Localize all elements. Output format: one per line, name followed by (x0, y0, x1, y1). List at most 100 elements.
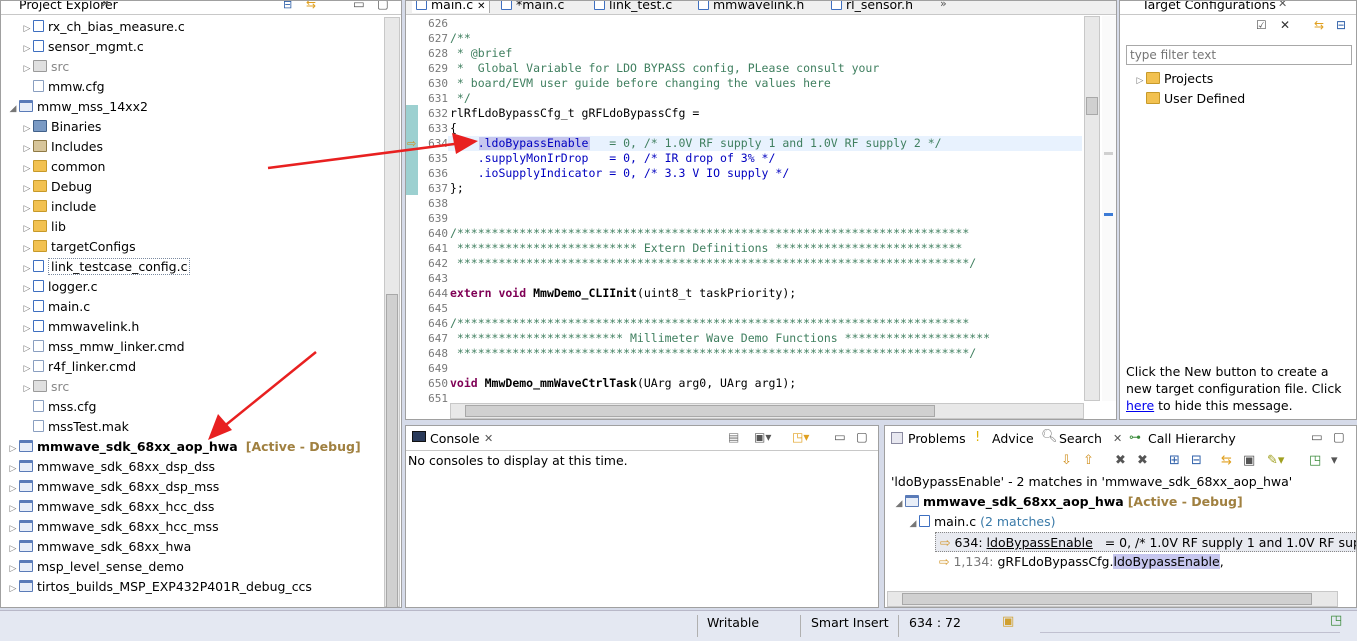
tab-main-c-modified[interactable]: *main.c (501, 1, 564, 13)
console-close-icon[interactable]: ✕ (484, 432, 493, 445)
expand-icon[interactable]: ▷ (7, 439, 19, 459)
tree-item[interactable]: ▷ msp_level_sense_demo (7, 557, 184, 577)
tree-item[interactable]: mmw.cfg (21, 77, 105, 97)
code-line-628[interactable]: * @brief (450, 46, 512, 61)
tab-main-c-active[interactable]: main.c ✕ (412, 1, 491, 13)
link-editor-icon[interactable]: ⇆ (306, 1, 316, 11)
expand-icon[interactable]: ▷ (21, 139, 33, 159)
tree-item[interactable]: ▷ lib (21, 217, 66, 237)
expand-icon[interactable]: ▷ (21, 179, 33, 199)
tree-item[interactable]: ▷ mss_mmw_linker.cmd (21, 337, 185, 357)
expand-icon[interactable]: ▷ (21, 39, 33, 59)
code-line-632[interactable]: rlRfLdoBypassCfg_t gRFLdoBypassCfg = (450, 106, 699, 121)
search-hscroll-thumb[interactable] (902, 593, 1312, 605)
search-match-1[interactable]: ⇨ 634: ldoBypassEnable = 0, /* 1.0V RF su… (935, 532, 1356, 552)
tree-item[interactable]: mss.cfg (21, 397, 96, 417)
previous-match-icon[interactable]: ⇧ (1083, 453, 1094, 468)
cursor-position-status[interactable]: 634 : 72 (909, 615, 961, 630)
tree-item[interactable]: ▷ mmwavelink.h (21, 317, 140, 339)
tab-close-icon[interactable]: ✕ (477, 1, 485, 12)
tab-call-hierarchy[interactable]: Call Hierarchy (1148, 431, 1236, 446)
editor-vscrollbar[interactable] (1084, 16, 1100, 401)
pin-search-icon[interactable]: ◳ (1309, 453, 1321, 468)
code-line-637[interactable]: }; (450, 181, 464, 196)
target-config-title[interactable]: Target Configurations (1142, 1, 1276, 12)
expand-icon[interactable]: ▷ (21, 279, 33, 299)
expand-icon[interactable]: ▷ (7, 579, 19, 599)
code-line-644[interactable]: extern void MmwDemo_CLIInit(uint8_t task… (450, 286, 796, 301)
next-match-icon[interactable]: ⇩ (1061, 453, 1072, 468)
tree-item[interactable]: ▷ mmwave_sdk_68xx_hcc_dss (7, 497, 215, 519)
sync-icon[interactable]: ⇆ (1314, 18, 1324, 32)
code-line-647[interactable]: ************************ Millimeter Wave… (450, 331, 990, 346)
maximize-icon[interactable]: ▢ (377, 1, 389, 11)
expand-icon[interactable]: ▷ (21, 199, 33, 219)
run-search-icon[interactable]: ⇆ (1221, 453, 1232, 468)
console-tab[interactable]: Console (430, 431, 480, 446)
delete-target-icon[interactable]: ✕ (1280, 18, 1290, 32)
code-line-635[interactable]: .supplyMonIrDrop = 0, /* IR drop of 3% *… (450, 151, 776, 166)
expand-icon[interactable]: ▷ (1134, 71, 1146, 91)
tree-item[interactable]: ▷ Includes (21, 137, 103, 157)
tree-item[interactable]: ▷ link_testcase_config.c (21, 257, 191, 277)
tree-item[interactable]: ▷ rx_ch_bias_measure.c (21, 17, 185, 37)
tab-mmwavelink-h[interactable]: mmwavelink.h (698, 1, 804, 13)
tree-item[interactable]: ▷ mmwave_sdk_68xx_dsp_dss (7, 457, 216, 479)
search-result-project[interactable]: ◢ mmwave_sdk_68xx_aop_hwa [Active - Debug… (893, 492, 1243, 512)
tree-item[interactable]: ▷ logger.c (21, 277, 98, 297)
editor-hscroll-thumb[interactable] (465, 405, 935, 417)
explorer-scrollbar[interactable] (384, 17, 400, 607)
explorer-scrollbar-thumb[interactable] (386, 294, 398, 607)
expand-icon[interactable]: ▷ (7, 459, 19, 479)
search-minimize-icon[interactable]: ▭ (1311, 429, 1323, 444)
tree-item[interactable]: ▷ mmwave_sdk_68xx_dsp_mss (7, 477, 220, 499)
search-match-2[interactable]: ⇨ 1,134: gRFLdoBypassCfg.ldoBypassEnable, (935, 552, 1224, 572)
code-line-636[interactable]: .ioSupplyIndicator = 0, /* 3.3 V IO supp… (450, 166, 790, 181)
collapse-all-target-icon[interactable]: ⊟ (1336, 18, 1346, 32)
expand-icon[interactable]: ▷ (21, 19, 33, 39)
tree-item[interactable]: ▷ Debug (21, 177, 93, 199)
expand-icon[interactable]: ▷ (7, 559, 19, 579)
expand-icon[interactable]: ▷ (7, 539, 19, 559)
expand-icon[interactable]: ▷ (7, 479, 19, 499)
project-explorer-close-icon[interactable]: ✕ (101, 1, 110, 10)
code-line-633[interactable]: { (450, 121, 457, 136)
expand-icon[interactable]: ▷ (21, 339, 33, 359)
collapse-icon[interactable]: ◢ (907, 514, 919, 534)
target-filter-input[interactable] (1126, 45, 1352, 65)
tab-rl-sensor-h[interactable]: rl_sensor.h (831, 1, 913, 13)
code-line-648[interactable]: ****************************************… (450, 346, 976, 361)
remove-match-icon[interactable]: ✖ (1115, 453, 1126, 468)
tree-item[interactable]: ▷ src (21, 377, 70, 397)
collapse-icon[interactable]: ◢ (893, 494, 905, 514)
more-tabs-icon[interactable]: » (940, 1, 947, 10)
open-console-icon[interactable]: ◳▾ (792, 430, 809, 444)
tree-item[interactable]: ▷ mmwave_sdk_68xx_hcc_mss (7, 517, 219, 537)
expand-all-icon[interactable]: ⊞ (1169, 453, 1180, 468)
search-result-file[interactable]: ◢ main.c (2 matches) (907, 512, 1056, 534)
collapse-all-search-icon[interactable]: ⊟ (1191, 453, 1202, 468)
minimize-icon[interactable]: ▭ (353, 1, 365, 11)
tree-item-user-defined[interactable]: User Defined (1146, 89, 1245, 109)
tree-item[interactable]: ▷ tirtos_builds_MSP_EXP432P401R_debug_ccs (7, 577, 312, 597)
code-line-650[interactable]: void MmwDemo_mmWaveCtrlTask(UArg arg0, U… (450, 376, 796, 391)
tab-search[interactable]: Search (1059, 431, 1102, 446)
search-maximize-icon[interactable]: ▢ (1333, 429, 1345, 444)
expand-icon[interactable]: ▷ (21, 219, 33, 239)
expand-icon[interactable]: ▷ (7, 519, 19, 539)
search-close-icon[interactable]: ✕ (1113, 432, 1122, 445)
expand-icon[interactable]: ▷ (7, 499, 19, 519)
expand-icon[interactable]: ▷ (21, 59, 33, 79)
console-minimize-icon[interactable]: ▭ (834, 429, 846, 444)
tree-item[interactable]: ▷ sensor_mgmt.c (21, 37, 144, 57)
hide-message-link[interactable]: here (1126, 398, 1154, 413)
history-icon[interactable]: ✎▾ (1267, 453, 1284, 468)
code-line-641[interactable]: ************************** Extern Defini… (450, 241, 962, 256)
editor-vscroll-thumb[interactable] (1086, 97, 1098, 115)
collapse-all-icon[interactable]: ⊟ (283, 1, 292, 11)
code-line-646[interactable]: /***************************************… (450, 316, 969, 331)
expand-icon[interactable]: ▷ (21, 319, 33, 339)
expand-icon[interactable]: ▷ (21, 299, 33, 319)
pin-console-icon[interactable]: ▤ (728, 430, 739, 444)
cancel-search-icon[interactable]: ▣ (1243, 453, 1255, 468)
